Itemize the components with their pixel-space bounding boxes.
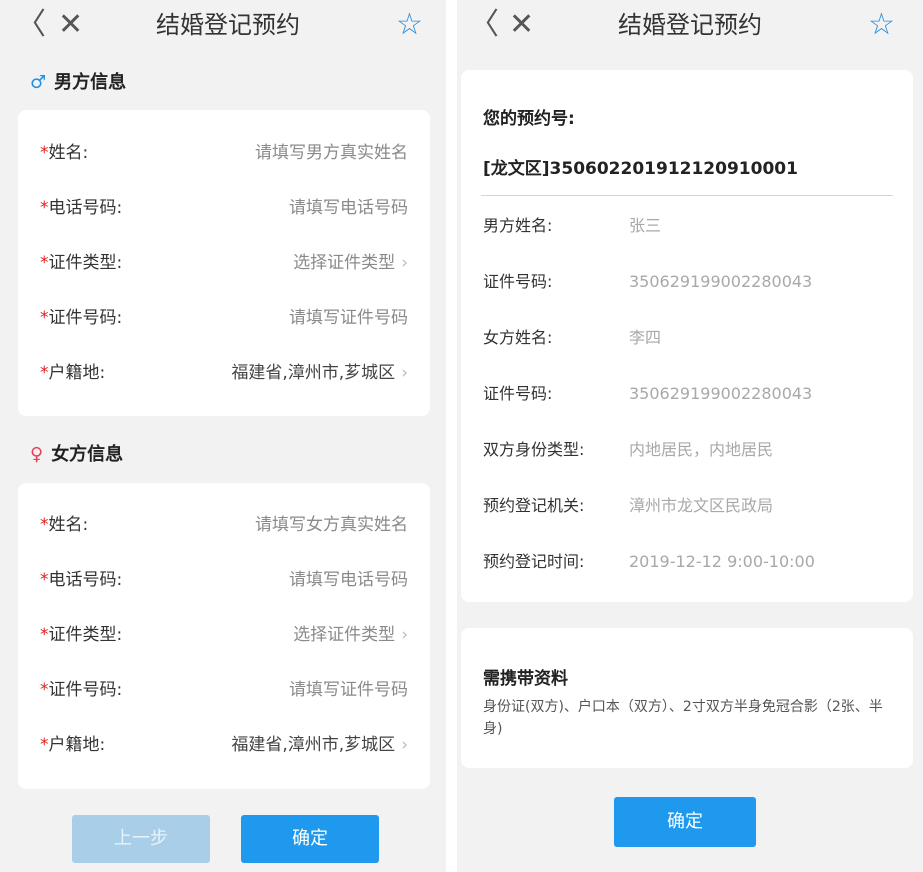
- male-icon: ♂: [30, 72, 47, 93]
- identity-type-row: 双方身份类型: 内地居民，内地居民: [483, 438, 891, 462]
- female-domicile-row[interactable]: *户籍地: 福建省,漳州市,芗城区 ›: [40, 725, 408, 765]
- male-domicile-row[interactable]: *户籍地: 福建省,漳州市,芗城区 ›: [40, 353, 408, 393]
- female-icon: ♀: [30, 444, 44, 465]
- male-section-title: 男方信息: [54, 72, 127, 93]
- male-id-type-select[interactable]: 选择证件类型 ›: [293, 243, 408, 283]
- female-section-title: 女方信息: [51, 444, 124, 465]
- female-info-card: *姓名: 请填写女方真实姓名 *电话号码: 请填写电话号码 *证件类型: 选择证…: [18, 483, 430, 789]
- field-label: 证件号码:: [48, 308, 123, 328]
- groom-name-row: 男方姓名: 张三: [483, 214, 891, 238]
- booking-info-card: 您的预约号: [龙文区]350602201912120910001 男方姓名: …: [461, 70, 913, 602]
- confirm-button[interactable]: 确定: [241, 815, 379, 863]
- nav-bar: 〈 ✕ 结婚登记预约 ☆: [457, 0, 923, 52]
- materials-text: 身份证(双方)、户口本（双方）、2寸双方半身免冠合影（2张、半身): [483, 699, 883, 737]
- groom-id-row: 证件号码: 350629199002280043: [483, 270, 891, 294]
- female-name-input[interactable]: 请填写女方真实姓名: [255, 505, 408, 545]
- male-info-card: *姓名: 请填写男方真实姓名 *电话号码: 请填写电话号码 *证件类型: 选择证…: [18, 110, 430, 416]
- female-phone-row[interactable]: *电话号码: 请填写电话号码: [40, 560, 408, 600]
- male-section-header: ♂ 男方信息: [30, 68, 126, 94]
- bride-name-row: 女方姓名: 李四: [483, 326, 891, 350]
- field-label: 证件号码:: [48, 680, 123, 700]
- chevron-right-icon: ›: [401, 363, 408, 383]
- chevron-right-icon: ›: [401, 625, 408, 645]
- field-label: 证件类型:: [48, 625, 123, 645]
- field-label: 户籍地:: [48, 363, 106, 383]
- female-id-type-row[interactable]: *证件类型: 选择证件类型 ›: [40, 615, 408, 655]
- male-name-row[interactable]: *姓名: 请填写男方真实姓名: [40, 133, 408, 173]
- divider: [481, 195, 893, 196]
- registry-office-value: 漳州市龙文区民政局: [629, 496, 774, 515]
- booking-number: [龙文区]350602201912120910001: [483, 159, 798, 179]
- female-name-row[interactable]: *姓名: 请填写女方真实姓名: [40, 505, 408, 545]
- identity-type-value: 内地居民，内地居民: [629, 440, 774, 459]
- page-title: 结婚登记预约: [618, 11, 762, 39]
- page-title: 结婚登记预约: [156, 11, 300, 39]
- female-section-header: ♀ 女方信息: [30, 440, 123, 466]
- panel-divider: [446, 0, 457, 872]
- confirm-button[interactable]: 确定: [614, 797, 756, 847]
- registry-office-row: 预约登记机关: 漳州市龙文区民政局: [483, 494, 891, 518]
- female-id-number-input[interactable]: 请填写证件号码: [289, 670, 408, 710]
- registration-form-screen: 〈 ✕ 结婚登记预约 ☆ ♂ 男方信息 *姓名: 请填写男方真实姓名 *电话号码:…: [0, 0, 446, 872]
- field-label: 姓名:: [48, 143, 89, 163]
- female-domicile-select[interactable]: 福建省,漳州市,芗城区 ›: [231, 725, 408, 765]
- field-label: 姓名:: [48, 515, 89, 535]
- male-id-number-row[interactable]: *证件号码: 请填写证件号码: [40, 298, 408, 338]
- groom-name-value: 张三: [629, 216, 662, 235]
- booking-confirmation-screen: 〈 ✕ 结婚登记预约 ☆ 您的预约号: [龙文区]350602201912120…: [457, 0, 923, 872]
- field-label: 证件类型:: [48, 253, 123, 273]
- bride-id-value: 350629199002280043: [629, 384, 813, 403]
- female-phone-input[interactable]: 请填写电话号码: [289, 560, 408, 600]
- male-name-input[interactable]: 请填写男方真实姓名: [255, 133, 408, 173]
- favorite-star-icon[interactable]: ☆: [396, 9, 423, 41]
- booking-number-label: 您的预约号:: [483, 109, 575, 129]
- chevron-right-icon: ›: [401, 735, 408, 755]
- male-id-number-input[interactable]: 请填写证件号码: [289, 298, 408, 338]
- nav-bar: 〈 ✕ 结婚登记预约 ☆: [0, 0, 446, 52]
- field-label: 户籍地:: [48, 735, 106, 755]
- male-domicile-select[interactable]: 福建省,漳州市,芗城区 ›: [231, 353, 408, 393]
- materials-title: 需携带资料: [483, 669, 568, 689]
- chevron-right-icon: ›: [401, 253, 408, 273]
- male-phone-row[interactable]: *电话号码: 请填写电话号码: [40, 188, 408, 228]
- booking-time-row: 预约登记时间: 2019-12-12 9:00-10:00: [483, 550, 891, 574]
- bride-name-value: 李四: [629, 328, 662, 347]
- previous-step-button[interactable]: 上一步: [72, 815, 210, 863]
- field-label: 电话号码:: [48, 570, 123, 590]
- male-phone-input[interactable]: 请填写电话号码: [289, 188, 408, 228]
- female-id-number-row[interactable]: *证件号码: 请填写证件号码: [40, 670, 408, 710]
- female-id-type-select[interactable]: 选择证件类型 ›: [293, 615, 408, 655]
- favorite-star-icon[interactable]: ☆: [868, 9, 895, 41]
- field-label: 电话号码:: [48, 198, 123, 218]
- groom-id-value: 350629199002280043: [629, 272, 813, 291]
- bride-id-row: 证件号码: 350629199002280043: [483, 382, 891, 406]
- booking-time-value: 2019-12-12 9:00-10:00: [629, 552, 815, 571]
- materials-card: 需携带资料 身份证(双方)、户口本（双方）、2寸双方半身免冠合影（2张、半身): [461, 628, 913, 768]
- male-id-type-row[interactable]: *证件类型: 选择证件类型 ›: [40, 243, 408, 283]
